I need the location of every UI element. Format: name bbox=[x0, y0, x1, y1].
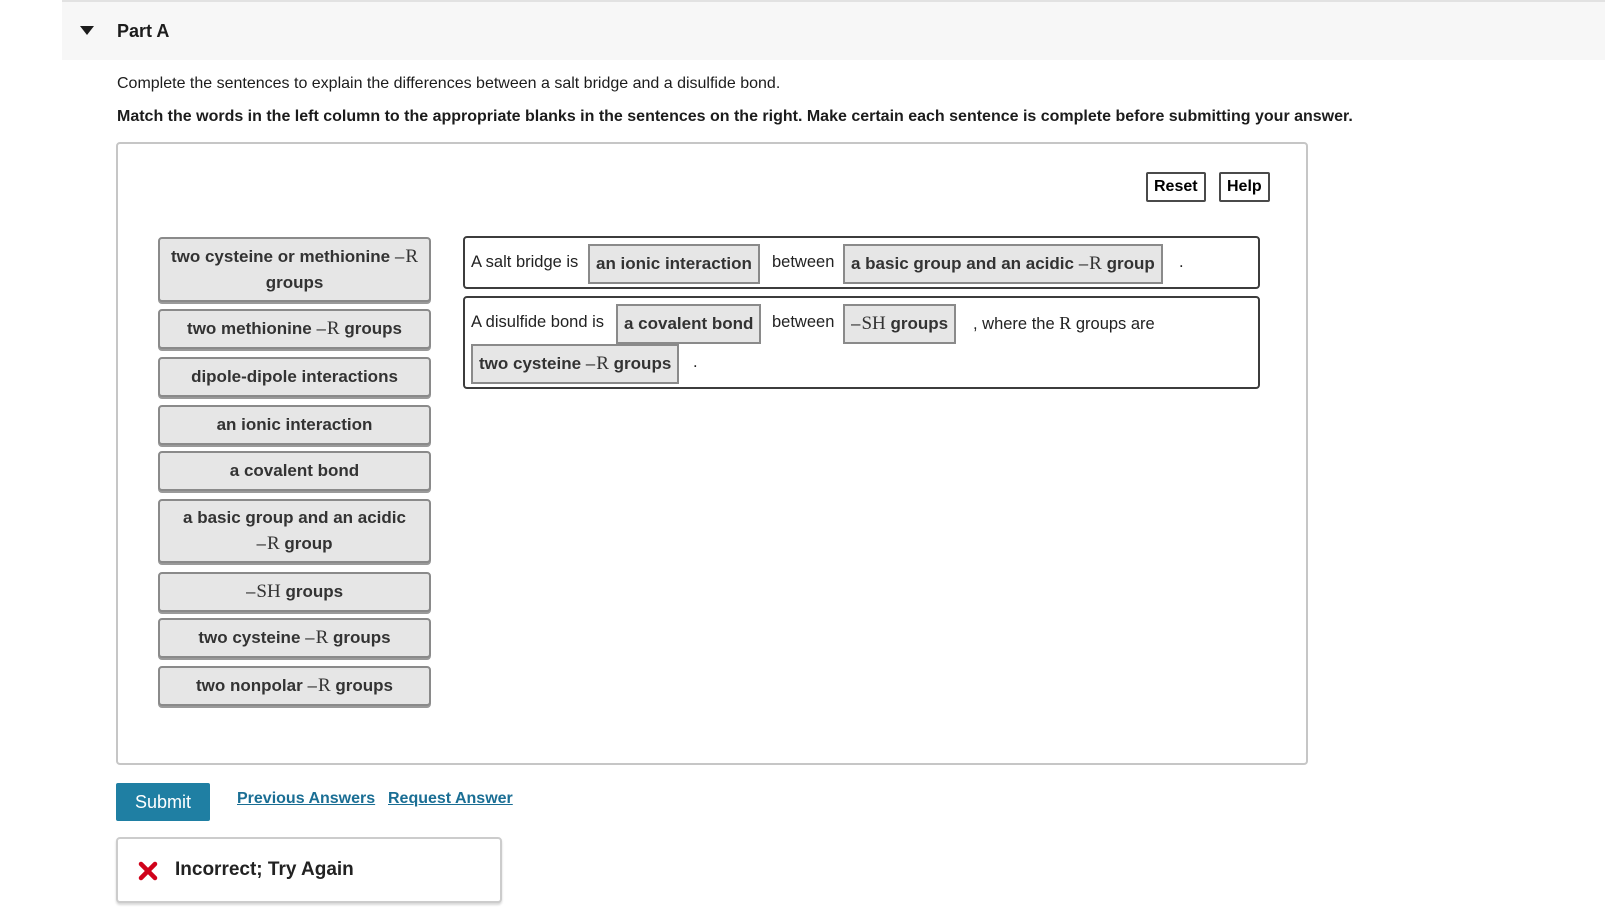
tile-label: two nonpolar –R groups bbox=[196, 675, 393, 696]
tile-sh-groups[interactable]: –SH groups bbox=[158, 572, 431, 612]
tile-label: two cysteine –R groups bbox=[198, 627, 391, 648]
sentence-2-blank-3[interactable]: two cysteine – R groups bbox=[471, 344, 680, 384]
tile-two-methionine-r-groups[interactable]: two methionine –R groups bbox=[158, 309, 431, 349]
sentence-2-period: . bbox=[693, 353, 698, 371]
x-mark-icon bbox=[138, 861, 158, 881]
triangle-down-icon[interactable] bbox=[80, 26, 94, 36]
tile-label: dipole-dipole interactions bbox=[191, 367, 398, 386]
feedback-text: Incorrect; Try Again bbox=[175, 859, 354, 880]
sentence-1-blank-2[interactable]: a basic group and an acidic – R group bbox=[843, 244, 1163, 284]
reset-button[interactable]: Reset bbox=[1146, 172, 1206, 202]
tile-label: two methionine –R groups bbox=[187, 318, 402, 339]
sentence-2-between: between bbox=[772, 313, 835, 331]
tile-a-basic-group-and-an-acidic-r-group[interactable]: a basic group and an acidic –R group bbox=[158, 499, 431, 563]
sentence-2-blank-1[interactable]: a covalent bond bbox=[616, 304, 762, 344]
tile-two-cysteine-r-groups[interactable]: two cysteine –R groups bbox=[158, 618, 431, 658]
instruction-text: Complete the sentences to explain the di… bbox=[117, 75, 781, 92]
submit-button[interactable]: Submit bbox=[116, 783, 210, 821]
tile-label: two cysteine or methionine –R groups bbox=[170, 245, 419, 292]
tile-an-ionic-interaction[interactable]: an ionic interaction bbox=[158, 405, 431, 445]
tile-two-nonpolar-r-groups[interactable]: two nonpolar –R groups bbox=[158, 666, 431, 706]
instruction-bold-text: Match the words in the left column to th… bbox=[117, 108, 1353, 125]
feedback-box: Incorrect; Try Again bbox=[116, 837, 502, 903]
tile-label: a basic group and an acidic –R group bbox=[183, 508, 406, 554]
tile-label: a covalent bond bbox=[229, 461, 360, 480]
tile-label: –SH groups bbox=[245, 581, 344, 602]
help-button[interactable]: Help bbox=[1219, 172, 1270, 202]
sentence-2-prefix: A disulfide bond is bbox=[471, 313, 605, 331]
sentence-1-prefix: A salt bridge is bbox=[471, 253, 579, 271]
tile-two-cysteine-or-methionine-r-groups[interactable]: two cysteine or methionine –R groups bbox=[158, 237, 431, 302]
tile-label: an ionic interaction bbox=[216, 415, 373, 434]
sentence-1-between: between bbox=[772, 253, 835, 271]
part-header[interactable]: Part A bbox=[62, 0, 1605, 60]
sentence-2-where-text: , where the R groups are bbox=[973, 313, 1155, 333]
sentence-1-period: . bbox=[1179, 253, 1184, 271]
sentence-1-blank-1[interactable]: an ionic interaction bbox=[588, 244, 760, 284]
previous-answers-link[interactable]: Previous Answers bbox=[237, 790, 375, 808]
part-title: Part A bbox=[117, 21, 170, 41]
tile-dipole-dipole-interactions[interactable]: dipole-dipole interactions bbox=[158, 357, 431, 397]
request-answer-link[interactable]: Request Answer bbox=[388, 790, 513, 808]
sentence-2-blank-2[interactable]: – SH groups bbox=[843, 304, 957, 344]
tile-a-covalent-bond[interactable]: a covalent bond bbox=[158, 451, 431, 491]
